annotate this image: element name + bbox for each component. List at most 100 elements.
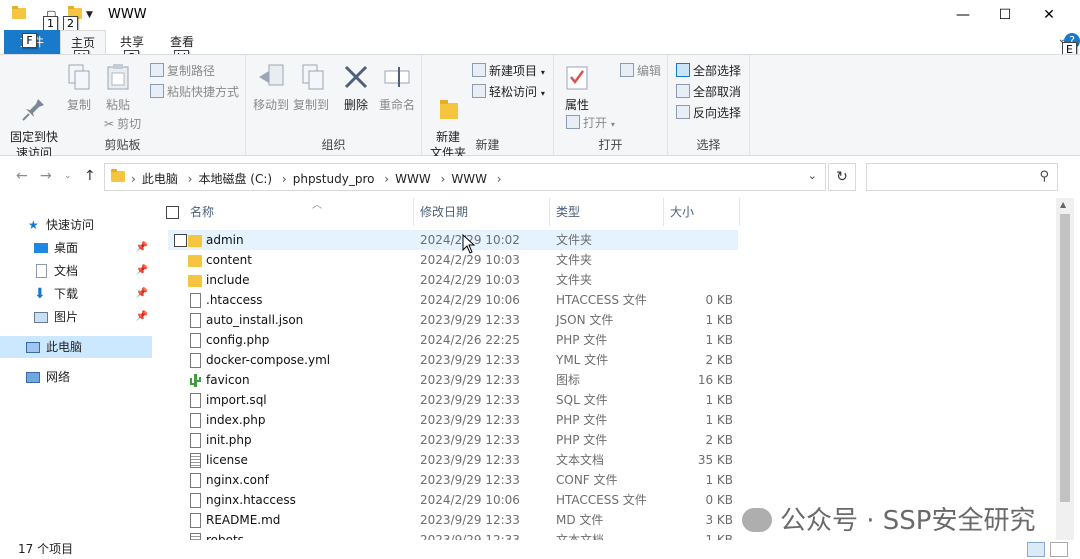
pictures-icon — [34, 312, 48, 323]
invert-selection-label: 反向选择 — [693, 106, 742, 120]
file-name: license — [206, 453, 248, 467]
file-type: 文件夹 — [556, 273, 593, 287]
table-row[interactable]: index.php 2023/9/29 12:33 PHP 文件 1 KB — [168, 410, 738, 430]
select-all-checkbox[interactable] — [166, 206, 179, 219]
scrollbar-thumb[interactable] — [1060, 214, 1070, 502]
nav-this-pc[interactable]: 此电脑 — [0, 336, 152, 358]
invert-selection-button[interactable]: 反向选择 — [676, 105, 741, 121]
up-arrow-icon[interactable]: ↑ — [84, 168, 96, 184]
select-all-label: 全部选择 — [693, 64, 742, 78]
nav-pictures[interactable]: 图片 📌 — [0, 306, 152, 328]
pin-icon — [18, 77, 50, 121]
file-date: 2024/2/29 10:03 — [420, 273, 520, 287]
vertical-scrollbar[interactable]: ▲ — [1056, 198, 1074, 540]
keytip: 2 — [63, 16, 78, 31]
table-row[interactable]: .htaccess 2024/2/29 10:06 HTACCESS 文件 0 KB — [168, 290, 738, 310]
recent-locations-icon[interactable]: ⌄ — [64, 171, 72, 181]
column-type[interactable]: 类型 — [550, 198, 664, 226]
table-row[interactable]: admin 2024/2/29 10:02 文件夹 — [168, 230, 738, 250]
column-name[interactable]: 名称 ︿ — [184, 198, 414, 226]
back-arrow-icon[interactable]: ← — [16, 168, 28, 184]
select-none-button[interactable]: 全部取消 — [676, 84, 741, 100]
breadcrumb-item[interactable]: WWW — [451, 172, 487, 186]
close-button[interactable]: ✕ — [1026, 0, 1072, 30]
nav-downloads-label: 下载 — [54, 287, 79, 301]
maximize-button[interactable]: ☐ — [982, 0, 1028, 30]
table-row[interactable]: nginx.conf 2023/9/29 12:33 CONF 文件 1 KB — [168, 470, 738, 490]
nav-desktop-label: 桌面 — [54, 241, 79, 255]
file-type: PHP 文件 — [556, 333, 608, 347]
edit-button[interactable]: 编辑 — [620, 63, 661, 79]
row-checkbox[interactable] — [174, 234, 187, 247]
large-icons-view-button[interactable] — [1050, 542, 1068, 557]
paste-shortcut-button[interactable]: 粘贴快捷方式 — [150, 84, 239, 100]
paste-icon — [102, 61, 134, 93]
scroll-up-icon[interactable]: ▲ — [1060, 200, 1066, 209]
nav-desktop[interactable]: 桌面 📌 — [0, 237, 152, 259]
table-row[interactable]: README.md 2023/9/29 12:33 MD 文件 3 KB — [168, 510, 738, 530]
nav-downloads[interactable]: ⬇ 下载 📌 — [0, 283, 152, 305]
new-item-button[interactable]: 新建项目 ▾ — [472, 63, 545, 81]
forward-arrow-icon[interactable]: → — [40, 168, 52, 184]
table-row[interactable]: auto_install.json 2023/9/29 12:33 JSON 文件 1… — [168, 310, 738, 330]
breadcrumb-item[interactable]: 此电脑 — [142, 172, 178, 186]
sort-up-icon: ︿ — [312, 200, 322, 211]
file-name: config.php — [206, 333, 270, 347]
file-size: 1 KB — [705, 473, 733, 487]
rename-button[interactable]: 重命名 — [378, 61, 416, 113]
table-row[interactable]: docker-compose.yml 2023/9/29 12:33 YML 文件 2… — [168, 350, 738, 370]
refresh-button[interactable]: ↻ — [828, 163, 856, 191]
copy-icon — [63, 61, 95, 93]
customize-toolbar-icon[interactable]: ▼ — [86, 10, 93, 20]
easy-access-icon — [472, 84, 486, 98]
easy-access-button[interactable]: 轻松访问 ▾ — [472, 84, 545, 102]
column-size[interactable]: 大小 — [664, 198, 740, 226]
pin-icon[interactable]: 📌 — [136, 283, 148, 305]
copy-button[interactable]: 复制 — [62, 61, 96, 113]
breadcrumb-item[interactable]: phpstudy_pro — [293, 172, 375, 186]
paste-button[interactable]: 粘贴 — [100, 61, 136, 113]
address-bar[interactable]: › 此电脑 › 本地磁盘 (C:) › phpstudy_pro › WWW › WWW … — [104, 163, 826, 191]
file-type: CONF 文件 — [556, 473, 618, 487]
pin-icon[interactable]: 📌 — [136, 306, 148, 328]
breadcrumb-item[interactable]: 本地磁盘 (C:) — [198, 172, 272, 186]
cut-button[interactable]: ✂ 剪切 — [104, 116, 141, 132]
table-row[interactable]: import.sql 2023/9/29 12:33 SQL 文件 1 KB — [168, 390, 738, 410]
table-row[interactable]: nginx.htaccess 2024/2/29 10:06 HTACCESS 文件… — [168, 490, 738, 510]
table-row[interactable]: favicon 2023/9/29 12:33 图标 16 KB — [168, 370, 738, 390]
file-size: 16 KB — [697, 373, 733, 387]
delete-button[interactable]: 删除 — [342, 61, 370, 113]
nav-quick-access[interactable]: ★ 快速访问 — [0, 214, 152, 236]
nav-this-pc-label: 此电脑 — [46, 340, 83, 354]
search-input[interactable]: ⚲ — [866, 163, 1058, 191]
minimize-button[interactable]: — — [940, 0, 986, 30]
status-bar: 17 个项目 — [0, 540, 1080, 559]
clipboard-group: 固定到快 速访问 复制 粘贴 复制路径 粘贴快捷方式 ✂ 剪切 剪贴板 — [0, 55, 246, 160]
table-row[interactable]: license 2023/9/29 12:33 文本文档 35 KB — [168, 450, 738, 470]
delete-icon — [342, 61, 370, 93]
table-row[interactable]: include 2024/2/29 10:03 文件夹 — [168, 270, 738, 290]
new-item-label: 新建项目 — [489, 64, 538, 78]
select-all-button[interactable]: 全部选择 — [676, 63, 741, 79]
network-icon — [26, 372, 40, 383]
copy-path-button[interactable]: 复制路径 — [150, 63, 215, 79]
table-row[interactable]: robots 2023/9/29 12:33 文本文档 1 KB — [168, 530, 738, 540]
pin-icon[interactable]: 📌 — [136, 260, 148, 282]
table-row[interactable]: content 2024/2/29 10:03 文件夹 — [168, 250, 738, 270]
cut-label: 剪切 — [117, 117, 142, 131]
open-button[interactable]: 打开 ▾ — [566, 115, 615, 133]
column-date[interactable]: 修改日期 — [414, 198, 550, 226]
details-view-button[interactable] — [1027, 542, 1045, 557]
pin-icon[interactable]: 📌 — [136, 237, 148, 259]
breadcrumb-item[interactable]: WWW — [395, 172, 431, 186]
properties-button[interactable]: 属性 — [562, 61, 592, 113]
table-row[interactable]: config.php 2024/2/26 22:25 PHP 文件 1 KB — [168, 330, 738, 350]
nav-network[interactable]: 网络 — [0, 366, 152, 388]
move-to-button[interactable]: 移动到 — [252, 61, 290, 113]
nav-documents[interactable]: 文档 📌 — [0, 260, 152, 282]
copy-to-button[interactable]: 复制到 — [292, 61, 330, 113]
address-history-icon[interactable]: ⌄ — [808, 169, 817, 182]
table-row[interactable]: init.php 2023/9/29 12:33 PHP 文件 2 KB — [168, 430, 738, 450]
ribbon: 固定到快 速访问 复制 粘贴 复制路径 粘贴快捷方式 ✂剪切 剪贴板 移动到 — [0, 54, 1080, 160]
file-type: JSON 文件 — [556, 313, 614, 327]
